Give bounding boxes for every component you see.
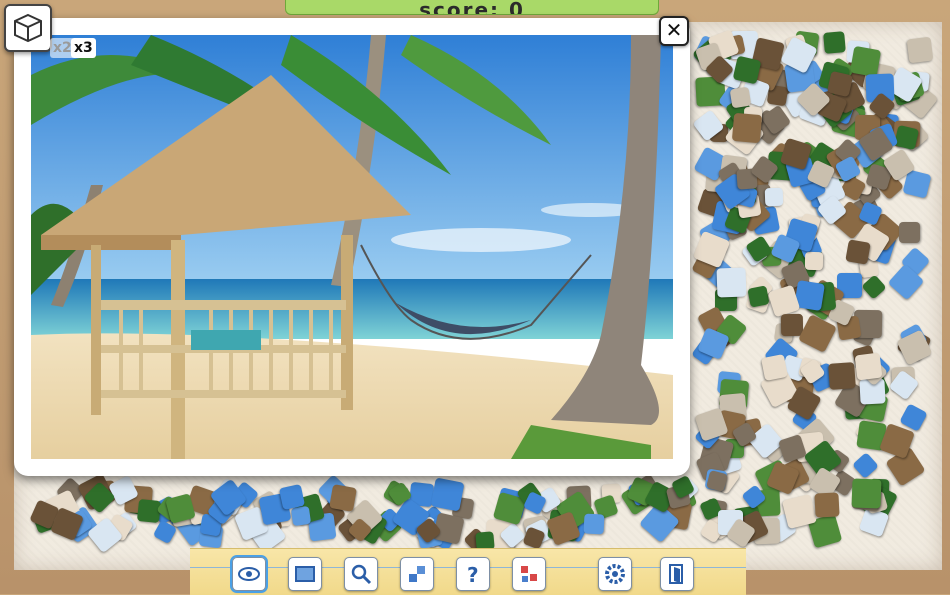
preview-image [31, 35, 673, 459]
puzzle-piece[interactable] [780, 313, 803, 336]
preview-window [14, 18, 690, 476]
puzzle-piece[interactable] [851, 478, 882, 509]
puzzle-piece[interactable] [732, 112, 763, 144]
puzzle-piece[interactable] [849, 45, 881, 77]
eye-icon[interactable] [230, 555, 268, 593]
puzzle-piece[interactable] [898, 221, 920, 243]
picture-icon[interactable] [288, 557, 322, 591]
bottom-toolbar: ? [190, 548, 746, 595]
puzzle-piece[interactable] [430, 477, 465, 512]
puzzle-piece[interactable] [828, 362, 857, 391]
magnifier-icon[interactable] [344, 557, 378, 591]
puzzle-piece[interactable] [716, 267, 747, 298]
puzzle-piece[interactable] [747, 284, 770, 308]
scatter-icon[interactable] [512, 557, 546, 591]
puzzle-piece[interactable] [854, 352, 883, 381]
score-text: score: 0 [419, 0, 525, 15]
puzzle-piece[interactable] [813, 492, 840, 518]
puzzle-piece[interactable] [823, 30, 847, 54]
close-preview-button[interactable]: ✕ [659, 16, 689, 46]
box-lid-button[interactable] [4, 4, 52, 52]
score-banner: score: 0 [285, 0, 659, 15]
puzzle-piece[interactable] [583, 513, 605, 535]
gear-icon[interactable] [598, 557, 632, 591]
help-icon[interactable]: ? [456, 557, 490, 591]
puzzle-piece[interactable] [760, 354, 788, 382]
puzzle-piece[interactable] [329, 484, 358, 513]
multiplier-x3: x3 [71, 38, 96, 58]
sort-pieces-icon[interactable] [400, 557, 434, 591]
puzzle-piece[interactable] [893, 124, 919, 150]
puzzle-piece[interactable] [845, 239, 871, 265]
puzzle-piece[interactable] [805, 252, 824, 271]
svg-text:?: ? [467, 563, 479, 586]
puzzle-piece[interactable] [907, 36, 934, 64]
puzzle-piece[interactable] [290, 505, 311, 527]
exit-icon[interactable] [660, 557, 694, 591]
box-icon [14, 13, 42, 43]
puzzle-piece[interactable] [764, 187, 784, 207]
puzzle-piece[interactable] [729, 86, 752, 109]
